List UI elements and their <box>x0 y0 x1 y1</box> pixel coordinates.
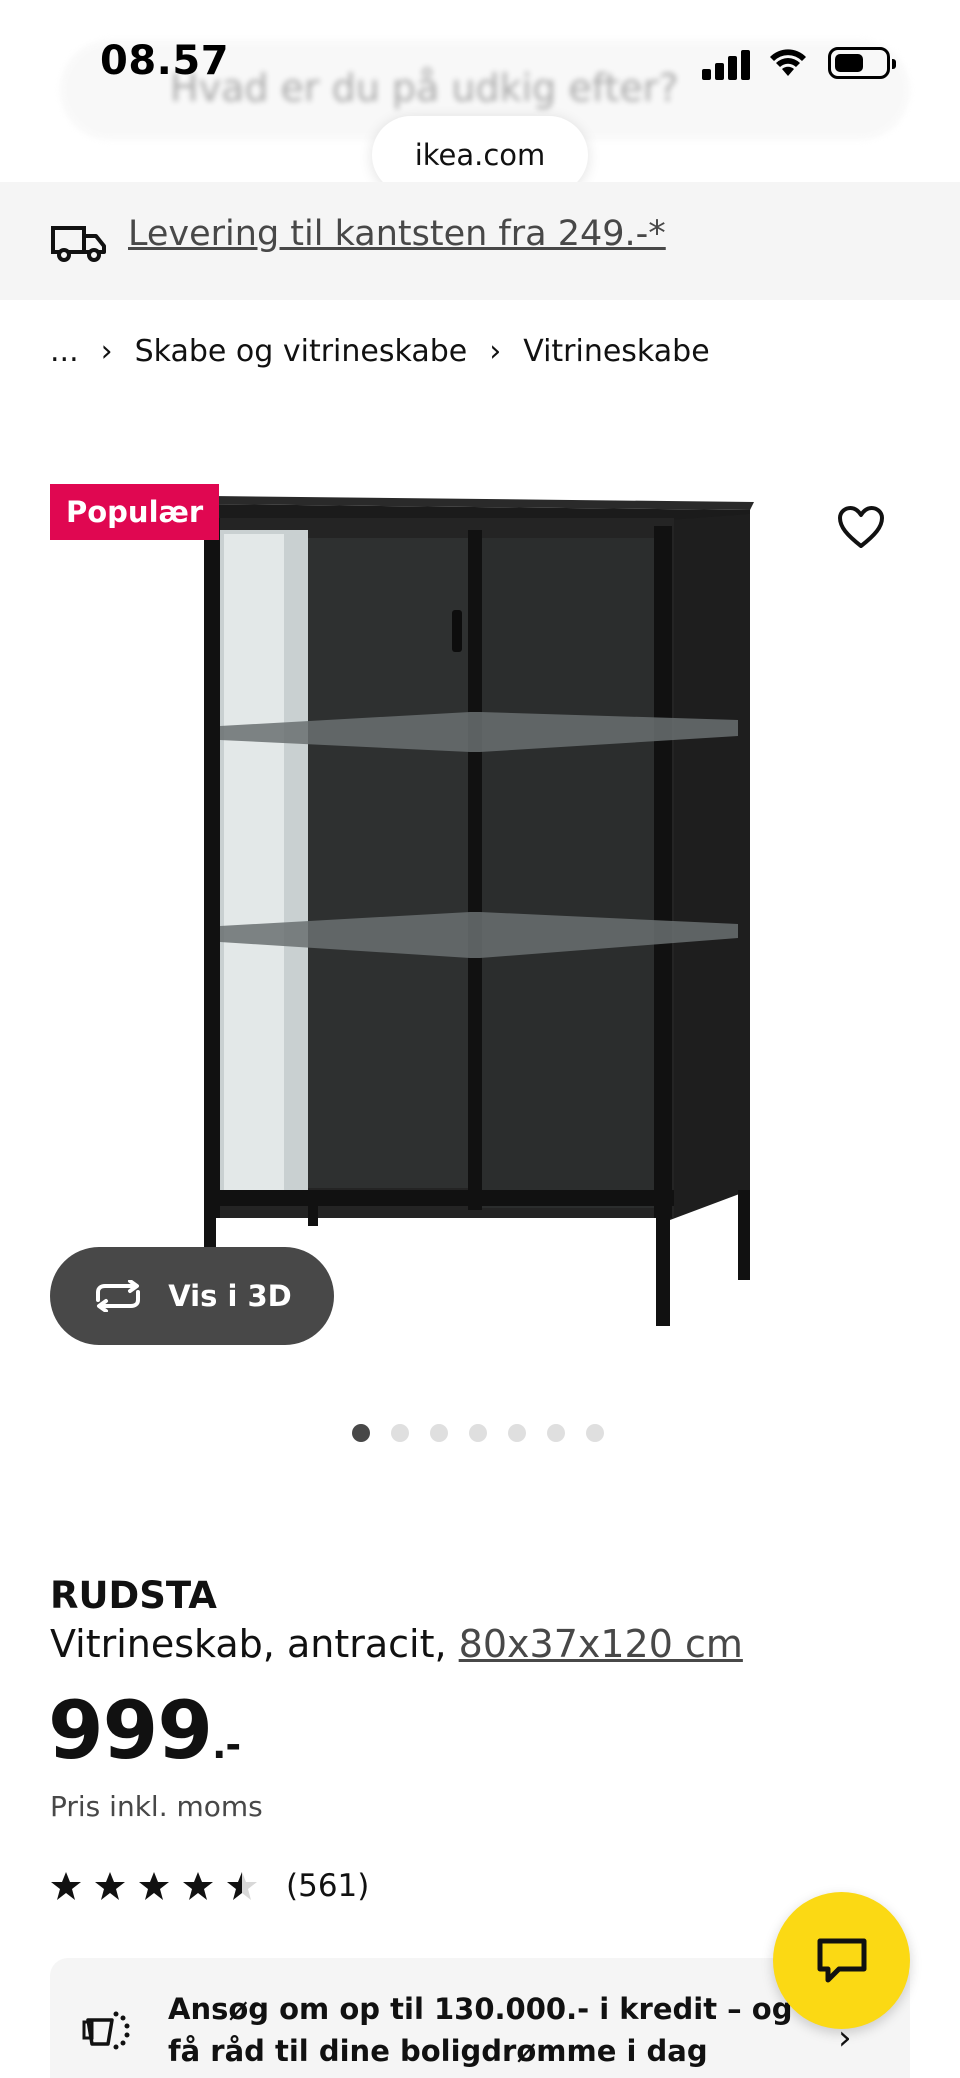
star-icon <box>51 1872 81 1900</box>
price-note: Pris inkl. moms <box>50 1790 263 1823</box>
chat-bubble-icon <box>817 1938 866 1982</box>
search-placeholder: Hvad er du på udkig efter? <box>170 66 679 110</box>
credit-icon <box>82 2011 130 2050</box>
chevron-right-icon: › <box>100 334 113 369</box>
price-value: 999 <box>48 1684 213 1777</box>
cellular-signal-icon <box>702 50 750 80</box>
breadcrumb: ... › Skabe og vitrineskabe › Vitrineska… <box>50 334 710 369</box>
view-in-3d-label: Vis i 3D <box>168 1279 292 1313</box>
pagination-dot[interactable] <box>508 1424 526 1442</box>
star-icon <box>95 1872 125 1900</box>
half-star-icon <box>227 1872 257 1900</box>
rotate-3d-icon <box>96 1280 141 1312</box>
status-bar: Hvad er du på udkig efter? 08.57 <box>0 0 960 140</box>
breadcrumb-item-display-cabinets[interactable]: Vitrineskabe <box>523 334 709 369</box>
product-dimensions-link[interactable]: 80x37x120 cm <box>459 1622 743 1666</box>
breadcrumb-item-cabinets[interactable]: Skabe og vitrineskabe <box>135 334 468 369</box>
chat-button[interactable] <box>773 1892 910 2029</box>
star-icon <box>139 1872 169 1900</box>
product-type: Vitrineskab, antracit, <box>50 1622 447 1666</box>
status-time: 08.57 <box>100 38 230 84</box>
breadcrumb-ellipsis[interactable]: ... <box>50 334 79 369</box>
wifi-icon <box>770 49 806 76</box>
product-description: Vitrineskab, antracit, 80x37x120 cm <box>50 1622 743 1666</box>
pagination-dot[interactable] <box>586 1424 604 1442</box>
pagination-dot[interactable] <box>469 1424 487 1442</box>
price-suffix: .- <box>212 1723 241 1767</box>
popular-badge: Populær <box>50 484 220 540</box>
gallery-pagination[interactable] <box>352 1424 625 1442</box>
truck-icon <box>51 226 106 262</box>
product-rating[interactable]: (561) <box>50 1868 369 1904</box>
pagination-dot[interactable] <box>391 1424 409 1442</box>
pagination-dot[interactable] <box>430 1424 448 1442</box>
product-price: 999.- <box>48 1684 241 1777</box>
chevron-right-icon: › <box>489 334 502 369</box>
battery-icon <box>828 47 896 79</box>
credit-text: Ansøg om op til 130.000.- i kredit – og … <box>168 1992 793 2068</box>
delivery-banner[interactable]: Levering til kantsten fra 249.-* <box>0 182 960 300</box>
heart-icon[interactable] <box>837 505 885 549</box>
product-image[interactable] <box>190 490 770 1330</box>
delivery-link[interactable]: Levering til kantsten fra 249.-* <box>128 214 666 254</box>
pagination-dot[interactable] <box>352 1424 370 1442</box>
star-icon <box>183 1872 213 1900</box>
product-name: RUDSTA <box>50 1574 217 1617</box>
view-in-3d-button[interactable]: Vis i 3D <box>50 1247 334 1345</box>
pagination-dot[interactable] <box>547 1424 565 1442</box>
review-count[interactable]: (561) <box>286 1868 369 1904</box>
